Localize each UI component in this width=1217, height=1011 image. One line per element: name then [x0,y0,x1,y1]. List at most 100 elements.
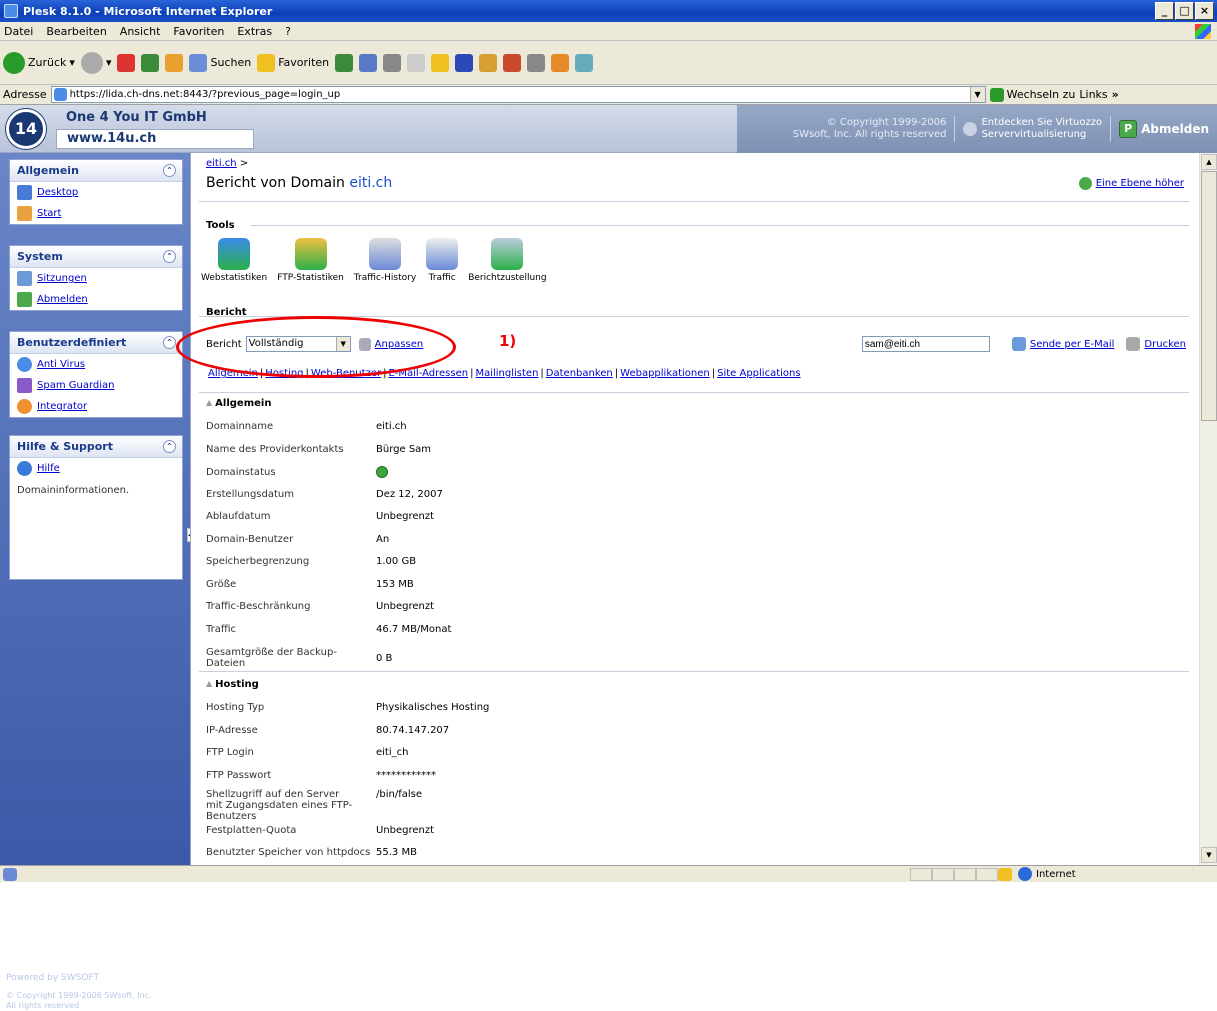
breadcrumb-link[interactable]: eiti.ch [206,158,237,169]
sidebar-copyright: © Copyright 1999-2006 SWsoft, Inc. All r… [6,991,152,1010]
info-row: Domain-Benutzer An [206,534,390,545]
info-row: Gesamtgröße der Backup-Dateien 0 B [206,647,393,669]
collapse-icon[interactable]: ⌃ [163,336,176,349]
mail-icon[interactable] [359,53,378,72]
tool-icon-2[interactable] [503,53,522,72]
status-cell [932,867,954,881]
scroll-thumb[interactable] [1201,171,1217,421]
history-icon[interactable] [335,53,354,72]
sidebar-item-abmelden[interactable]: Abmelden [10,289,182,310]
address-dropdown[interactable]: ▼ [969,87,985,102]
maximize-button[interactable]: □ [1175,2,1194,20]
edit-icon[interactable] [407,53,426,72]
print-link[interactable]: Drucken [1144,339,1186,350]
sidebar-item-desktop[interactable]: Desktop [10,182,182,203]
company-logo: 14 [6,109,46,149]
hosting-section-heading[interactable]: ▲ Hosting [206,679,259,690]
messenger-icon[interactable] [455,53,474,72]
info-row: Benutzter Speicher von httpdocs 55.3 MB [206,847,417,858]
link-datenbanken[interactable]: Datenbanken [546,368,613,379]
powered-by: Powered by SWSOFT [6,973,99,983]
menu-bearbeiten[interactable]: Bearbeiten [46,25,106,38]
logout-icon: P [1119,120,1138,138]
status-cell [954,867,976,881]
scroll-up-icon[interactable]: ▲ [1201,154,1217,170]
minimize-button[interactable]: _ [1155,2,1174,20]
allgemein-section-heading[interactable]: ▲ Allgemein [206,398,271,409]
report-delivery-icon [491,238,524,270]
tool-traffic[interactable]: Traffic [426,238,459,283]
forward-arrow-icon [80,51,103,74]
start-icon [17,206,32,221]
tool-icon-3[interactable] [527,53,546,72]
tool-webstatistiken[interactable]: Webstatistiken [201,238,267,283]
refresh-icon[interactable] [141,53,160,72]
link-site-applications[interactable]: Site Applications [717,368,800,379]
divider [199,201,1189,202]
sidebar-title: System [17,250,63,263]
address-input[interactable]: https://lida.ch-dns.net:8443/?previous_p… [50,86,986,103]
info-row: Festplatten-Quota Unbegrenzt [206,825,435,836]
scroll-down-icon[interactable]: ▼ [1201,847,1217,863]
sidebar-item-hilfe[interactable]: Hilfe [10,458,182,479]
back-button[interactable]: Zurück ▾ [3,51,75,74]
link-mailinglisten[interactable]: Mailinglisten [475,368,538,379]
send-email-link[interactable]: Sende per E-Mail [1030,339,1115,350]
up-level-link[interactable]: Eine Ebene höher [1078,177,1184,190]
info-row: Traffic-Beschränkung Unbegrenzt [206,601,435,612]
send-email-icon [1011,337,1026,351]
collapse-icon[interactable]: ⌃ [163,250,176,263]
tool-traffic-history[interactable]: Traffic-History [354,238,416,283]
info-row: Hosting Typ Physikalisches Hosting [206,702,490,713]
company-name: One 4 You IT GmbH [66,110,207,125]
sidebar-item-antivirus[interactable]: Anti Virus [10,354,182,375]
print-icon[interactable] [383,53,402,72]
home-icon[interactable] [165,53,184,72]
favorites-button[interactable]: Favoriten [257,53,329,72]
links-toolbar[interactable]: Links [1079,88,1107,101]
menu-extras[interactable]: Extras [237,25,272,38]
integrator-icon [17,399,32,414]
virtuozzo-link[interactable]: Entdecken Sie Virtuozzo Servervirtualisie… [963,117,1102,141]
webstats-icon [218,238,251,270]
tool-icon-1[interactable] [479,53,498,72]
sidebar-item-spamguardian[interactable]: Spam Guardian [10,375,182,396]
info-row: Shellzugriff auf den Server mit Zugangsd… [206,789,422,822]
collapse-triangle-icon: ▲ [206,679,213,688]
stop-icon[interactable] [117,53,136,72]
sidebar-item-integrator[interactable]: Integrator [10,396,182,417]
menu-favoriten[interactable]: Favoriten [173,25,224,38]
vertical-scrollbar[interactable]: ▲ ▼ [1199,153,1217,865]
sidebar-box-hilfe: Hilfe & Support ⌃ Hilfe Domaininformation… [9,435,183,580]
folder-icon[interactable] [431,53,450,72]
sidebar-item-start[interactable]: Start [10,203,182,224]
go-button[interactable]: Wechseln zu [989,87,1075,102]
page-status-icon [3,867,17,881]
logout-button[interactable]: P Abmelden [1119,120,1209,138]
menu-help[interactable]: ? [285,25,291,38]
globe-icon [1018,867,1032,881]
link-webapplikationen[interactable]: Webapplikationen [620,368,710,379]
annotation-label: 1) [499,332,517,350]
menu-ansicht[interactable]: Ansicht [120,25,161,38]
sidebar-item-sitzungen[interactable]: Sitzungen [10,268,182,289]
sidebar-title: Benutzerdefiniert [17,336,127,349]
tools-panel: Webstatistiken FTP-Statistiken Traffic-H… [201,238,547,283]
search-button[interactable]: Suchen [189,53,251,72]
email-field[interactable] [861,336,990,352]
close-button[interactable]: × [1195,2,1214,20]
menu-datei[interactable]: Datei [4,25,33,38]
tool-berichtzustellung[interactable]: Berichtzustellung [468,238,547,283]
forward-button[interactable]: ▾ [80,51,111,74]
page-title: Bericht von Domain eiti.ch [206,175,393,191]
chevron-right-icon[interactable]: » [1112,88,1119,101]
status-ok-icon [376,466,388,478]
collapse-icon[interactable]: ⌃ [163,440,176,453]
tool-ftp-statistiken[interactable]: FTP-Statistiken [277,238,344,283]
sidebar-title: Allgemein [17,164,79,177]
collapse-icon[interactable]: ⌃ [163,164,176,177]
address-label: Adresse [3,88,47,101]
virtuozzo-icon [963,122,978,136]
tool-icon-5[interactable] [575,53,594,72]
tool-icon-4[interactable] [551,53,570,72]
